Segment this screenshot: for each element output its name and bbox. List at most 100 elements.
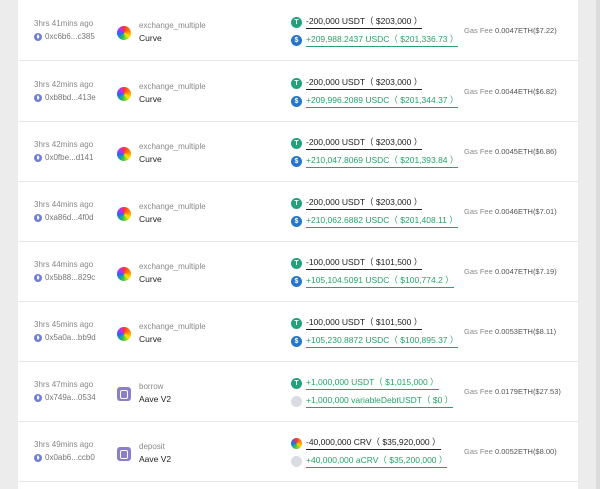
gas-fee-value: 0.0047ETH($7.22) <box>495 26 557 35</box>
ethereum-icon <box>34 153 42 162</box>
usdt-icon <box>291 137 302 149</box>
ethereum-icon <box>34 93 42 102</box>
usdt-icon <box>291 257 302 269</box>
gas-fee-value: 0.0052ETH($8.00) <box>495 447 557 456</box>
gas-fee-label: Gas Fee <box>464 207 493 216</box>
gas-fee-label: Gas Fee <box>464 447 493 456</box>
table-row[interactable]: 3hrs 47mins ago 0x749a...0534 borrow Aav… <box>18 361 578 422</box>
usdc-icon <box>291 335 302 347</box>
tx-hash-link[interactable]: 0x5a0a...bb9d <box>34 333 96 342</box>
tx-time: 3hrs 44mins ago <box>34 200 94 209</box>
usdt-icon <box>291 317 302 329</box>
token-in[interactable]: +209,996.2089 USDC（ $201,344.37 ） <box>291 95 459 108</box>
table-row[interactable]: 3hrs 45mins ago 0x5a0a...bb9d exchange_m… <box>18 301 578 362</box>
protocol-name[interactable]: Curve <box>139 334 162 344</box>
curve-logo-icon <box>117 87 131 101</box>
curve-logo-icon <box>117 267 131 281</box>
gas-fee-label: Gas Fee <box>464 26 493 35</box>
token-out[interactable]: -100,000 USDT（ $101,500 ） <box>291 317 423 330</box>
table-row[interactable]: 3hrs 41mins ago 0xc6b6...c385 exchange_m… <box>18 0 578 61</box>
protocol-name[interactable]: Aave V2 <box>139 394 171 404</box>
token-in[interactable]: +209,988.2437 USDC（ $201,336.73 ） <box>291 34 459 47</box>
tx-time: 3hrs 44mins ago <box>34 260 94 269</box>
curve-logo-icon <box>117 327 131 341</box>
token-in[interactable]: +105,230.8872 USDC（ $100,895.37 ） <box>291 335 459 348</box>
protocol-name[interactable]: Curve <box>139 274 162 284</box>
usdt-icon <box>291 197 302 209</box>
gas-fee-value: 0.0047ETH($7.19) <box>495 267 557 276</box>
tx-time: 3hrs 41mins ago <box>34 19 94 28</box>
usdt-icon <box>291 377 302 389</box>
usdc-icon <box>291 34 302 46</box>
token-out[interactable]: -200,000 USDT（ $203,000 ） <box>291 77 423 90</box>
crv-icon <box>291 437 302 449</box>
ethereum-icon <box>34 393 42 402</box>
usdt-icon <box>291 16 302 28</box>
table-row[interactable]: 3hrs 44mins ago 0xa86d...4f0d exchange_m… <box>18 181 578 242</box>
curve-logo-icon <box>117 207 131 221</box>
token-out[interactable]: -200,000 USDT（ $203,000 ） <box>291 197 423 210</box>
tx-hash-link[interactable]: 0xa86d...4f0d <box>34 213 93 222</box>
ethereum-icon <box>34 333 42 342</box>
curve-logo-icon <box>117 26 131 40</box>
token-out[interactable]: -100,000 USDT（ $101,500 ） <box>291 257 423 270</box>
method-name: exchange_multiple <box>139 21 206 30</box>
aave-logo-icon <box>117 447 131 461</box>
protocol-name[interactable]: Curve <box>139 214 162 224</box>
ethereum-icon <box>34 213 42 222</box>
token-in[interactable]: +1,000,000 USDT（ $1,015,000 ） <box>291 377 439 390</box>
tx-hash-link[interactable]: 0x5b88...829c <box>34 273 95 282</box>
gas-fee-value: 0.0044ETH($6.82) <box>495 87 557 96</box>
protocol-name[interactable]: Aave V2 <box>139 454 171 464</box>
ethereum-icon <box>34 453 42 462</box>
protocol-name[interactable]: Curve <box>139 154 162 164</box>
gas-fee-label: Gas Fee <box>464 267 493 276</box>
tx-time: 3hrs 45mins ago <box>34 320 94 329</box>
gas-fee-label: Gas Fee <box>464 87 493 96</box>
gas-fee-label: Gas Fee <box>464 387 493 396</box>
aave-logo-icon <box>117 387 131 401</box>
method-name: exchange_multiple <box>139 322 206 331</box>
tx-time: 3hrs 47mins ago <box>34 380 94 389</box>
method-name: deposit <box>139 442 165 451</box>
tx-hash-link[interactable]: 0x0ab6...ccb0 <box>34 453 95 462</box>
table-row[interactable]: 3hrs 42mins ago 0xb8bd...413e exchange_m… <box>18 61 578 122</box>
token-in[interactable]: +105,104.5091 USDC（ $100,774.2 ） <box>291 275 454 288</box>
usdc-icon <box>291 155 302 167</box>
protocol-name[interactable]: Curve <box>139 94 162 104</box>
tx-hash-link[interactable]: 0xb8bd...413e <box>34 93 96 102</box>
token-out[interactable]: -200,000 USDT（ $203,000 ） <box>291 16 423 29</box>
token-in[interactable]: +40,000,000 aCRV（ $35,200,000 ） <box>291 455 448 468</box>
token-out[interactable]: -200,000 USDT（ $203,000 ） <box>291 137 423 150</box>
tx-time: 3hrs 49mins ago <box>34 440 94 449</box>
method-name: exchange_multiple <box>139 142 206 151</box>
token-in[interactable]: +210,047.8069 USDC（ $201,393.84 ） <box>291 155 459 168</box>
usdt-icon <box>291 77 302 89</box>
table-row[interactable]: 3hrs 42mins ago 0x0fbe...d141 exchange_m… <box>18 121 578 182</box>
acrv-icon <box>291 455 302 467</box>
curve-logo-icon <box>117 147 131 161</box>
gas-fee-label: Gas Fee <box>464 147 493 156</box>
token-out[interactable]: -40,000,000 CRV（ $35,920,000 ） <box>291 437 441 450</box>
tx-hash-link[interactable]: 0x749a...0534 <box>34 393 96 402</box>
usdc-icon <box>291 215 302 227</box>
protocol-name[interactable]: Curve <box>139 33 162 43</box>
table-row[interactable]: 3hrs 49mins ago 0x0ab6...ccb0 deposit Aa… <box>18 421 578 482</box>
token-in[interactable]: +1,000,000 variableDebtUSDT（ $0 ） <box>291 395 454 408</box>
scrollbar[interactable] <box>596 0 600 489</box>
tx-time: 3hrs 42mins ago <box>34 80 94 89</box>
gas-fee-value: 0.0045ETH($6.86) <box>495 147 557 156</box>
transaction-list: 3hrs 41mins ago 0xc6b6...c385 exchange_m… <box>18 0 578 489</box>
usdc-icon <box>291 275 302 287</box>
ethereum-icon <box>34 273 42 282</box>
token-in[interactable]: +210,062.6882 USDC（ $201,408.11 ） <box>291 215 458 228</box>
method-name: exchange_multiple <box>139 202 206 211</box>
gas-fee-value: 0.0179ETH($27.53) <box>495 387 561 396</box>
method-name: exchange_multiple <box>139 82 206 91</box>
table-row[interactable]: 3hrs 44mins ago 0x5b88...829c exchange_m… <box>18 241 578 302</box>
method-name: borrow <box>139 382 164 391</box>
ethereum-icon <box>34 32 42 41</box>
tx-hash-link[interactable]: 0xc6b6...c385 <box>34 32 95 41</box>
tx-hash-link[interactable]: 0x0fbe...d141 <box>34 153 93 162</box>
tx-time: 3hrs 42mins ago <box>34 140 94 149</box>
